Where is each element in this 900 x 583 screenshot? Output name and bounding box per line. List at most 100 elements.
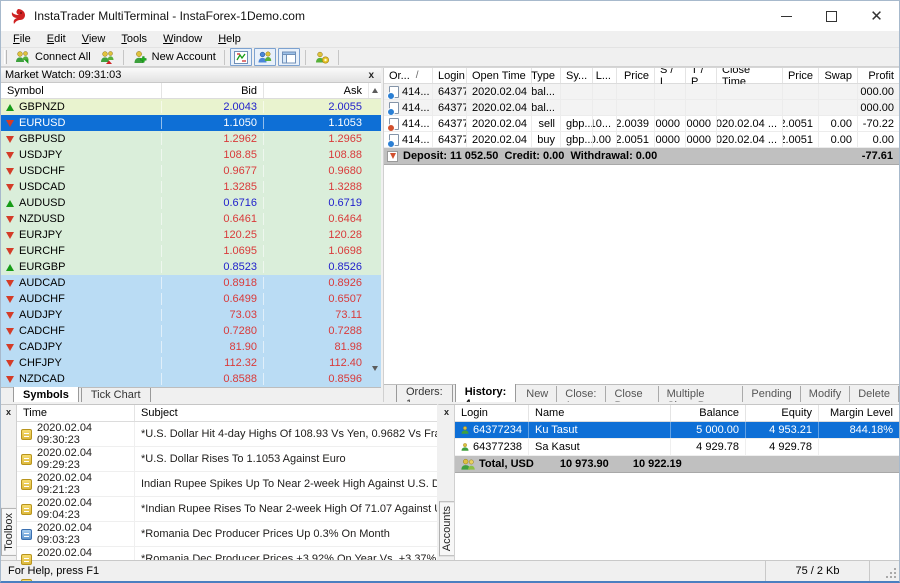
market-watch-row[interactable]: AUDCHF 0.6499 0.6507 <box>1 291 381 307</box>
symbol-label: USDJPY <box>19 149 62 161</box>
column-header-profit[interactable]: Profit <box>858 68 899 83</box>
column-header-swap[interactable]: Swap <box>819 68 858 83</box>
order-id: 414... <box>402 118 430 130</box>
market-watch-tab[interactable]: Symbols <box>13 387 79 402</box>
market-watch-row[interactable]: AUDCAD 0.8918 0.8926 <box>1 275 381 291</box>
trend-arrow-icon <box>6 104 14 111</box>
history-tab[interactable]: Multiple Close By <box>659 386 744 402</box>
toolbox-close-icon[interactable]: x <box>6 405 11 419</box>
bid-value: 0.9677 <box>161 165 263 177</box>
column-header-bid[interactable]: Bid <box>161 83 263 98</box>
menu-item[interactable]: View <box>74 32 114 46</box>
resize-grip[interactable] <box>869 561 899 581</box>
column-header-login[interactable]: Login <box>433 68 467 83</box>
market-watch-row[interactable]: NZDCAD 0.8588 0.8596 <box>1 371 381 387</box>
column-header-close-price[interactable]: Price <box>783 68 819 83</box>
column-header-login[interactable]: Login <box>455 405 529 421</box>
market-watch-toggle-button[interactable] <box>230 48 252 66</box>
column-header-symbol[interactable]: Sy... <box>561 68 593 83</box>
news-row[interactable]: 2020.02.04 09:21:23 Indian Rupee Spikes … <box>17 472 486 497</box>
market-watch-row[interactable]: GBPUSD 1.2962 1.2965 <box>1 131 381 147</box>
column-header-open-time[interactable]: Open Time <box>467 68 532 83</box>
history-row[interactable]: 414... 64377... 2020.02.04 ... bal... 5 … <box>384 84 899 100</box>
layout-toggle-button[interactable] <box>278 48 300 66</box>
history-tab[interactable]: History: 4 <box>455 384 517 402</box>
column-header-name[interactable]: Name <box>529 405 671 421</box>
new-account-button[interactable]: New Account <box>128 48 220 66</box>
news-icon <box>21 529 32 540</box>
history-row[interactable]: 414... 64377... 2020.02.04 ... sell gbp.… <box>384 116 899 132</box>
market-watch-row[interactable]: EURGBP 0.8523 0.8526 <box>1 259 381 275</box>
symbol-label: NZDCAD <box>19 373 65 385</box>
summary-profit: -77.61 <box>862 150 899 162</box>
market-watch-close-icon[interactable]: x <box>365 70 377 81</box>
column-header-price[interactable]: Price <box>617 68 655 83</box>
column-header-close-time[interactable]: Close Time <box>717 68 783 83</box>
column-header-equity[interactable]: Equity <box>746 405 819 421</box>
market-watch-row[interactable]: USDCAD 1.3285 1.3288 <box>1 179 381 195</box>
market-watch-row[interactable]: EURCHF 1.0695 1.0698 <box>1 243 381 259</box>
account-row[interactable]: 64377234 Ku Tasut 5 000.00 4 953.21 844.… <box>455 422 899 439</box>
column-header-order[interactable]: Or.../ <box>384 68 433 83</box>
history-row[interactable]: 414... 64377... 2020.02.04 ... buy gbp..… <box>384 132 899 148</box>
minimize-button[interactable] <box>764 1 809 31</box>
history-row[interactable]: 414... 64377... 2020.02.04 ... bal... 5 … <box>384 100 899 116</box>
column-header-subject[interactable]: Subject <box>135 405 486 421</box>
news-row[interactable]: 2020.02.04 09:29:23 *U.S. Dollar Rises T… <box>17 447 486 472</box>
menu-item[interactable]: Help <box>210 32 249 46</box>
column-header-ask[interactable]: Ask <box>263 83 368 98</box>
connect-all-button[interactable]: Connect All <box>11 48 95 66</box>
menu-item[interactable]: File <box>5 32 39 46</box>
column-header-symbol[interactable]: Symbol <box>1 83 161 98</box>
market-watch-row[interactable]: CADJPY 81.90 81.98 <box>1 339 381 355</box>
disconnect-all-button[interactable] <box>95 48 119 66</box>
news-row[interactable]: 2020.02.04 09:03:23 *Romania Dec Produce… <box>17 522 486 547</box>
news-row[interactable]: 2020.02.04 09:30:23 *U.S. Dollar Hit 4-d… <box>17 422 486 447</box>
order-profit: 5 000.00 <box>858 100 899 115</box>
column-header-time[interactable]: Time <box>17 405 135 421</box>
menu-item[interactable]: Window <box>155 32 210 46</box>
column-header-margin-level[interactable]: Margin Level <box>819 405 899 421</box>
market-watch-row[interactable]: AUDUSD 0.6716 0.6719 <box>1 195 381 211</box>
market-watch-row[interactable]: USDJPY 108.85 108.88 <box>1 147 381 163</box>
symbol-label: GBPNZD <box>19 101 65 113</box>
accounts-toggle-button[interactable] <box>254 48 276 66</box>
column-header-sl[interactable]: S / L <box>655 68 686 83</box>
market-watch-row[interactable]: NZDUSD 0.6461 0.6464 <box>1 211 381 227</box>
column-header-type[interactable]: Type <box>532 68 561 83</box>
ask-value: 0.6719 <box>263 197 368 209</box>
market-watch-row[interactable]: CADCHF 0.7280 0.7288 <box>1 323 381 339</box>
history-tab[interactable]: Close: 1 <box>557 386 606 402</box>
column-header-lots[interactable]: L... <box>593 68 617 83</box>
history-tab[interactable]: Close By <box>606 386 658 402</box>
history-tab[interactable]: Pending <box>743 386 800 402</box>
accounts-vertical-label[interactable]: Accounts <box>439 501 454 556</box>
market-watch-row[interactable]: USDCHF 0.9677 0.9680 <box>1 163 381 179</box>
close-button[interactable]: ✕ <box>854 1 899 31</box>
manage-accounts-button[interactable] <box>310 48 334 66</box>
scroll-down-arrow[interactable] <box>372 371 378 383</box>
column-header-balance[interactable]: Balance <box>671 405 746 421</box>
market-watch-tab[interactable]: Tick Chart <box>81 388 151 402</box>
news-time: 2020.02.04 09:21:23 <box>37 472 134 496</box>
market-watch-row[interactable]: GBPNZD 2.0043 2.0055 <box>1 99 381 115</box>
news-row[interactable]: 2020.02.04 09:04:23 *Indian Rupee Rises … <box>17 497 486 522</box>
maximize-button[interactable] <box>809 1 854 31</box>
market-watch-row[interactable]: AUDJPY 73.03 73.11 <box>1 307 381 323</box>
history-tab[interactable]: Modify <box>801 386 850 402</box>
market-watch-row[interactable]: EURJPY 120.25 120.28 <box>1 227 381 243</box>
toolbar-grip[interactable] <box>4 50 7 64</box>
account-row[interactable]: 64377238 Sa Kasut 4 929.78 4 929.78 <box>455 439 899 456</box>
history-tab[interactable]: Delete <box>850 386 899 402</box>
column-header-tp[interactable]: T / P <box>686 68 717 83</box>
market-watch-row[interactable]: CHFJPY 112.32 112.40 <box>1 355 381 371</box>
accounts-close-icon[interactable]: x <box>444 405 449 419</box>
market-watch-row[interactable]: EURUSD 1.1050 1.1053 <box>1 115 381 131</box>
history-tab[interactable]: Orders: 1 <box>396 385 453 402</box>
menu-item[interactable]: Edit <box>39 32 74 46</box>
scroll-up-arrow[interactable] <box>368 83 381 98</box>
menu-item[interactable]: Tools <box>113 32 155 46</box>
history-tab[interactable]: New <box>518 386 557 402</box>
connect-all-label: Connect All <box>35 51 91 63</box>
toolbox-vertical-label[interactable]: Toolbox <box>1 508 16 556</box>
